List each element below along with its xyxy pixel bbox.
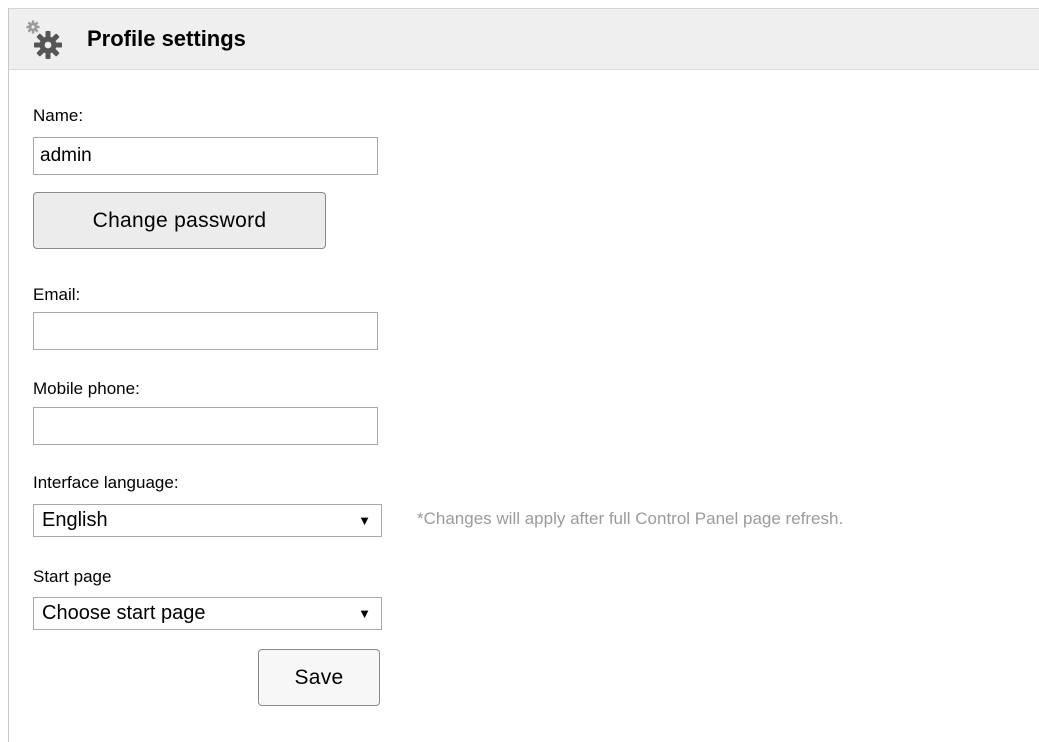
dropdown-arrow-icon: ▼ — [358, 513, 371, 528]
change-password-button[interactable]: Change password — [33, 192, 326, 249]
interface-language-select[interactable]: English ▼ — [33, 504, 382, 537]
mobile-phone-label: Mobile phone: — [33, 379, 140, 398]
gear-icon — [26, 20, 62, 59]
dropdown-arrow-icon: ▼ — [358, 606, 371, 621]
language-change-note: *Changes will apply after full Control P… — [417, 509, 844, 528]
panel-header: Profile settings — [9, 9, 1039, 70]
page-title: Profile settings — [87, 26, 246, 51]
name-field[interactable] — [33, 137, 378, 175]
email-label: Email: — [33, 285, 81, 304]
save-button[interactable]: Save — [258, 649, 380, 706]
interface-language-label: Interface language: — [33, 473, 179, 492]
name-label: Name: — [33, 106, 84, 125]
interface-language-value: English — [42, 509, 108, 531]
mobile-phone-field[interactable] — [33, 407, 378, 445]
email-field[interactable] — [33, 312, 378, 350]
start-page-label: Start page — [33, 567, 112, 586]
start-page-select[interactable]: Choose start page ▼ — [33, 597, 382, 630]
profile-settings-panel: Profile settings — [8, 8, 1039, 742]
start-page-value: Choose start page — [42, 602, 206, 624]
